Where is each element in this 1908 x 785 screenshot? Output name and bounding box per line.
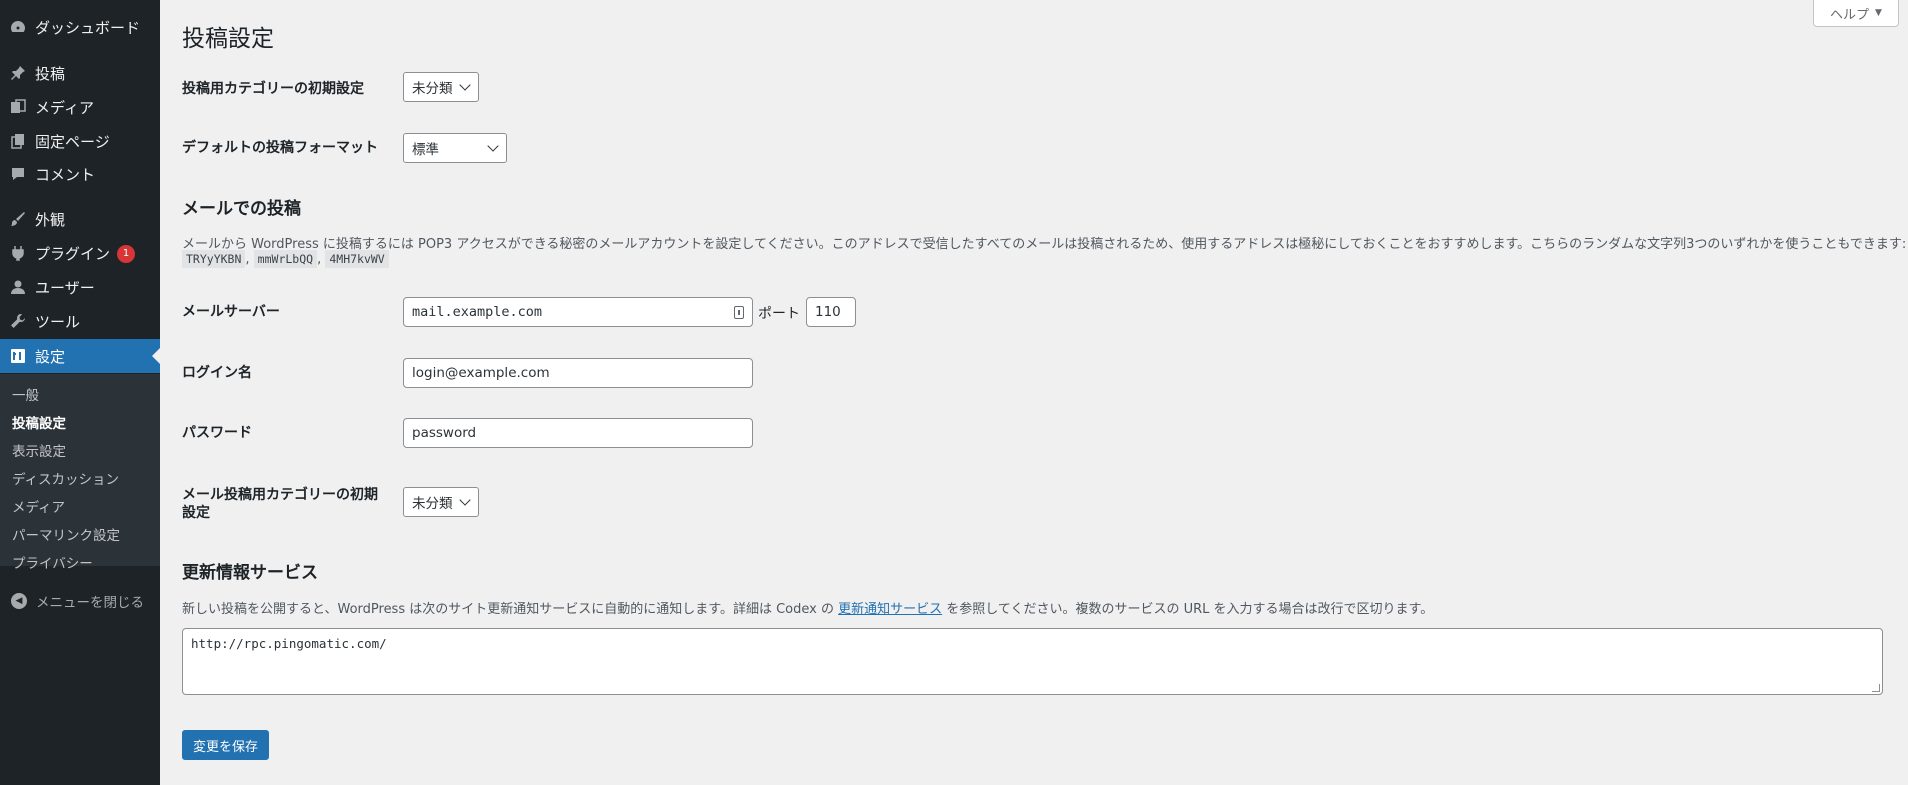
default-format-label: デフォルトの投稿フォーマット bbox=[182, 140, 378, 156]
settings-submenu: 一般 投稿設定 表示設定 ディスカッション メディア パーマリンク設定 プライバ… bbox=[0, 374, 160, 572]
sidebar-item-pages[interactable]: 固定ページ bbox=[0, 124, 160, 158]
sidebar-item-comments[interactable]: コメント bbox=[0, 157, 160, 191]
page-title: 投稿設定 bbox=[182, 26, 274, 52]
plugin-icon bbox=[9, 244, 27, 262]
mail-server-input[interactable]: mail.example.com bbox=[403, 297, 753, 327]
sidebar-item-label: 外観 bbox=[35, 210, 66, 229]
default-format-select[interactable]: 標準 bbox=[403, 133, 507, 163]
login-input[interactable]: login@example.com bbox=[403, 358, 753, 388]
autofill-key-icon[interactable] bbox=[734, 306, 744, 319]
page-icon bbox=[9, 132, 27, 150]
pin-icon bbox=[9, 64, 27, 82]
brush-icon bbox=[9, 210, 27, 228]
chevron-down-icon bbox=[459, 79, 471, 91]
submenu-item-privacy[interactable]: プライバシー bbox=[12, 552, 93, 572]
sidebar-item-label: ダッシュボード bbox=[35, 18, 141, 37]
sidebar-item-dashboard[interactable]: ダッシュボード bbox=[0, 10, 160, 44]
sidebar-item-settings[interactable]: 設定 bbox=[0, 339, 160, 373]
sidebar-item-media[interactable]: メディア bbox=[0, 90, 160, 124]
mail-category-value: 未分類 bbox=[412, 496, 453, 512]
submenu-item-media[interactable]: メディア bbox=[12, 496, 65, 516]
sidebar-item-label: ツール bbox=[35, 312, 81, 331]
sidebar-item-users[interactable]: ユーザー bbox=[0, 270, 160, 304]
sidebar-item-label: 投稿 bbox=[35, 64, 66, 83]
submenu-item-permalinks[interactable]: パーマリンク設定 bbox=[12, 524, 120, 544]
port-label: ポート bbox=[758, 306, 800, 322]
submenu-item-general[interactable]: 一般 bbox=[12, 384, 39, 404]
update-services-title: 更新情報サービス bbox=[182, 563, 318, 583]
login-label: ログイン名 bbox=[182, 365, 252, 381]
random-string: TRYyYKBN bbox=[182, 250, 246, 268]
mail-server-value: mail.example.com bbox=[412, 304, 543, 320]
sidebar-item-plugins[interactable]: プラグイン 1 bbox=[0, 236, 160, 270]
sidebar-item-label: コメント bbox=[35, 165, 96, 184]
submenu-item-reading[interactable]: 表示設定 bbox=[12, 440, 66, 460]
main-content: ヘルプ ▼ 投稿設定 投稿用カテゴリーの初期設定 未分類 デフォルトの投稿フォー… bbox=[160, 0, 1908, 785]
help-label: ヘルプ bbox=[1830, 7, 1870, 23]
collapse-menu-label: メニューを閉じる bbox=[36, 595, 144, 611]
post-via-email-description: メールから WordPress に投稿するには POP3 アクセスができる秘密の… bbox=[182, 237, 1907, 252]
update-count-badge: 1 bbox=[117, 245, 136, 263]
random-strings: TRYyYKBN, mmWrLbQQ, 4MH7kvWV bbox=[182, 250, 389, 268]
sidebar-item-appearance[interactable]: 外観 bbox=[0, 202, 160, 236]
post-via-email-title: メールでの投稿 bbox=[182, 199, 301, 219]
submenu-item-discussion[interactable]: ディスカッション bbox=[12, 468, 119, 488]
sidebar-item-label: 設定 bbox=[35, 347, 66, 366]
sidebar-item-label: ユーザー bbox=[35, 278, 95, 297]
user-icon bbox=[9, 278, 27, 296]
ping-sites-textarea[interactable]: http://rpc.pingomatic.com/ bbox=[182, 628, 1883, 695]
port-value: 110 bbox=[815, 304, 841, 320]
password-input[interactable]: password bbox=[403, 418, 753, 448]
password-label: パスワード bbox=[182, 425, 252, 441]
default-category-label: 投稿用カテゴリーの初期設定 bbox=[182, 81, 364, 97]
update-services-link[interactable]: 更新通知サービス bbox=[838, 602, 942, 617]
port-input[interactable]: 110 bbox=[806, 297, 856, 327]
random-string: mmWrLbQQ bbox=[253, 250, 318, 268]
sidebar-item-label: メディア bbox=[35, 98, 94, 117]
help-button[interactable]: ヘルプ ▼ bbox=[1813, 0, 1899, 27]
update-services-description: 新しい投稿を公開すると、WordPress は次のサイト更新通知サービスに自動的… bbox=[182, 602, 1434, 617]
random-string: 4MH7kvWV bbox=[325, 250, 389, 268]
mail-server-label: メールサーバー bbox=[182, 304, 280, 320]
resize-handle-icon[interactable] bbox=[1872, 684, 1880, 692]
dashboard-icon bbox=[9, 18, 27, 36]
sidebar-item-label: 固定ページ bbox=[35, 132, 110, 151]
media-icon bbox=[9, 98, 27, 116]
ping-sites-value: http://rpc.pingomatic.com/ bbox=[191, 636, 387, 651]
sidebar-item-label: プラグイン bbox=[35, 244, 111, 263]
default-category-select[interactable]: 未分類 bbox=[403, 72, 479, 102]
mail-category-label: メール投稿用カテゴリーの初期 設定 bbox=[182, 487, 378, 522]
collapse-menu-button[interactable]: ◀ メニューを閉じる bbox=[0, 588, 160, 614]
password-value: password bbox=[412, 425, 477, 441]
login-value: login@example.com bbox=[412, 365, 550, 381]
default-format-value: 標準 bbox=[412, 142, 439, 158]
chevron-down-icon bbox=[487, 140, 499, 152]
wrench-icon bbox=[9, 312, 27, 330]
comment-icon bbox=[9, 165, 27, 183]
save-changes-button[interactable]: 変更を保存 bbox=[182, 730, 269, 760]
settings-icon bbox=[9, 347, 27, 365]
sidebar-item-tools[interactable]: ツール bbox=[0, 304, 160, 338]
chevron-down-icon bbox=[459, 494, 471, 506]
submenu-item-writing[interactable]: 投稿設定 bbox=[12, 412, 66, 432]
mail-category-select[interactable]: 未分類 bbox=[403, 487, 479, 517]
triangle-down-icon: ▼ bbox=[1875, 8, 1882, 18]
collapse-arrow-icon: ◀ bbox=[11, 593, 27, 609]
admin-sidebar: ダッシュボード 投稿 メディア 固定ページ コメント 外観 プラグイン 1 ユーザ… bbox=[0, 0, 160, 785]
sidebar-item-posts[interactable]: 投稿 bbox=[0, 56, 160, 90]
default-category-value: 未分類 bbox=[412, 81, 453, 97]
